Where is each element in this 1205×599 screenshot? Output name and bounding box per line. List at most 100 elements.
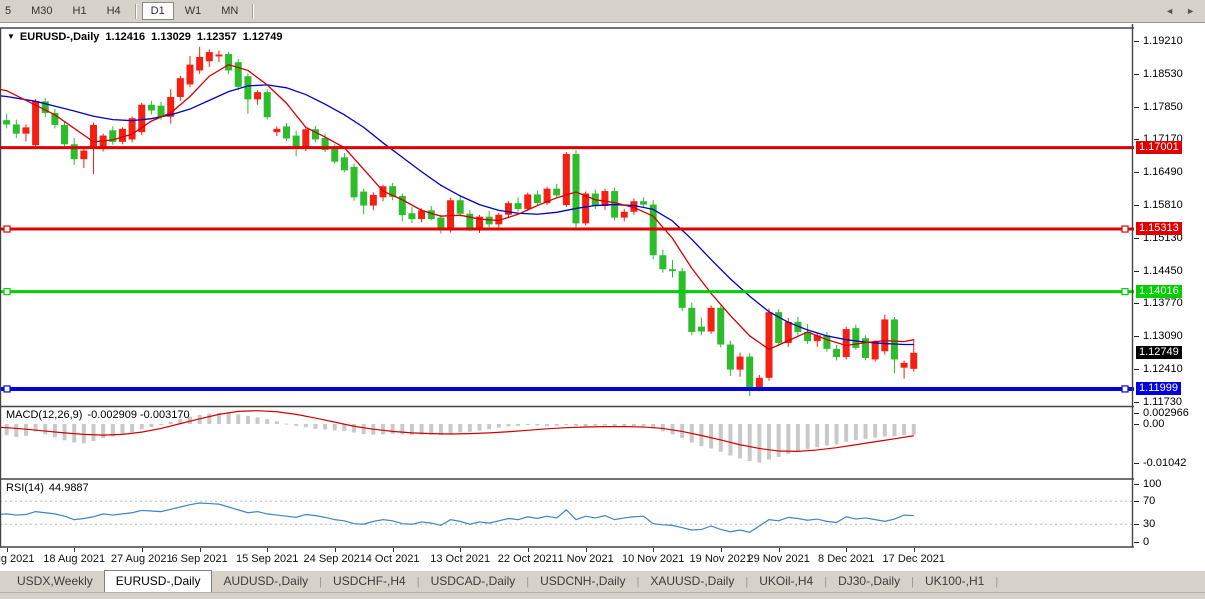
chart-tab-eurusd-daily[interactable]: EURUSD-,Daily [104,570,213,592]
candle-body [13,124,20,133]
candle-body [80,151,87,160]
chart-tab-uk100-h1[interactable]: UK100-,H1 [914,571,995,592]
macd-histogram-bar [169,422,173,424]
macd-histogram-bar [53,424,57,437]
candle-body [273,129,280,132]
chart-tab-audusd-daily[interactable]: AUDUSD-,Daily [212,571,319,592]
macd-histogram-bar [265,419,269,424]
macd-histogram-bar [130,424,134,432]
macd-histogram-bar [661,424,665,431]
chart-tab-usdcnh-daily[interactable]: USDCNH-,Daily [529,571,636,592]
timeframe-button-M30[interactable]: M30 [22,2,61,20]
toolbar-separator [252,4,254,19]
candle-body [302,129,309,148]
tab-scroll-right-button[interactable]: ► [1186,6,1195,16]
candle-body [408,213,415,219]
candle-body [225,54,232,70]
date-tick-mark [200,548,201,552]
hline-handle [1122,289,1128,295]
date-tick-label: 8 Dec 2021 [818,553,874,565]
date-tick-label: 27 Aug 2021 [111,553,173,565]
macd-histogram-bar [777,424,781,457]
hline-handle [4,386,10,392]
rsi-tick-mark [1134,484,1139,485]
tab-scroll-controls: ◄ ► [1165,6,1195,16]
macd-histogram-bar [806,424,810,449]
candle-body [515,203,522,209]
candle-body [119,129,126,142]
timeframe-button-W1[interactable]: W1 [176,2,211,20]
macd-histogram-bar [883,424,887,437]
date-tick-mark [586,548,587,552]
price-axis[interactable]: 1.192101.185301.178501.171701.164901.158… [1134,24,1205,548]
timeframe-button-5[interactable]: 5 [0,2,20,20]
macd-histogram-bar [227,414,231,424]
candle-body [235,62,242,87]
candle-body [833,349,840,357]
macd-histogram-bar [767,424,771,460]
chart-tab-dj30-daily[interactable]: DJ30-,Daily [827,571,911,592]
candle-body [32,101,39,145]
date-axis[interactable]: 9 Aug 202118 Aug 202127 Aug 20216 Sep 20… [0,548,1134,570]
price-tick-label: 1.13770 [1143,297,1183,309]
macd-histogram-bar [709,424,713,448]
price-tick-label: 1.19210 [1143,35,1183,47]
macd-histogram-bar [63,424,67,440]
toolbar-separator [135,4,137,19]
price-tick-mark [1134,303,1139,304]
candle-body [823,335,830,349]
price-tick-mark [1134,172,1139,173]
macd-histogram-bar [902,424,906,435]
date-tick-mark [528,548,529,552]
candle-body [582,193,589,223]
chart-canvas[interactable] [0,24,1134,548]
macd-histogram-bar [43,424,47,434]
chart-tab-usdcad-daily[interactable]: USDCAD-,Daily [420,571,527,592]
candle-body [910,353,917,369]
candle-body [737,357,744,370]
chart-tab-ukoil-h4[interactable]: UKOil-,H4 [748,571,824,592]
chart-tab-xauusd-daily[interactable]: XAUUSD-,Daily [639,571,745,592]
macd-histogram-bar [506,424,510,427]
hline-handle [1122,386,1128,392]
candle-body [187,65,194,85]
candle-body [573,154,580,223]
rsi-tick-label: 30 [1143,518,1155,530]
macd-histogram-bar [304,424,308,427]
rsi-tick-mark [1134,501,1139,502]
macd-histogram-bar [555,424,559,426]
candle-body [505,203,512,215]
candle-body [351,167,358,197]
macd-histogram-bar [497,424,501,428]
candle-body [727,345,734,370]
candle-body [601,191,608,206]
timeframe-button-D1[interactable]: D1 [142,2,174,20]
timeframe-button-H4[interactable]: H4 [98,2,130,20]
chart-tab-usdchf-h4[interactable]: USDCHF-,H4 [322,571,417,592]
macd-histogram-bar [545,424,549,426]
price-tick-mark [1134,205,1139,206]
candle-body [621,212,628,218]
macd-histogram-bar [149,424,153,427]
rsi-tick-label: 100 [1143,478,1161,490]
tab-scroll-left-button[interactable]: ◄ [1165,6,1174,16]
candle-body [688,308,695,332]
date-tick-mark [721,548,722,552]
candle-body [264,92,271,117]
price-tick-mark [1134,107,1139,108]
chart-dropdown-icon[interactable]: ▼ [7,32,15,41]
candle-body [148,105,155,111]
candle-body [891,319,898,359]
ohlc-low: 1.12357 [197,31,237,43]
timeframe-button-H1[interactable]: H1 [64,2,96,20]
macd-indicator-label: MACD(12,26,9)-0.002909 -0.003170 [6,409,195,421]
macd-histogram-bar [323,424,327,430]
date-tick-mark [779,548,780,552]
date-tick-label: 29 Nov 2021 [747,553,809,565]
chart-tab-usdx-weekly[interactable]: USDX,Weekly [6,571,104,592]
price-tick-mark [1134,336,1139,337]
timeframe-button-MN[interactable]: MN [212,2,247,20]
candle-body [196,57,203,71]
candle-body [370,195,377,206]
price-tick-mark [1134,41,1139,42]
